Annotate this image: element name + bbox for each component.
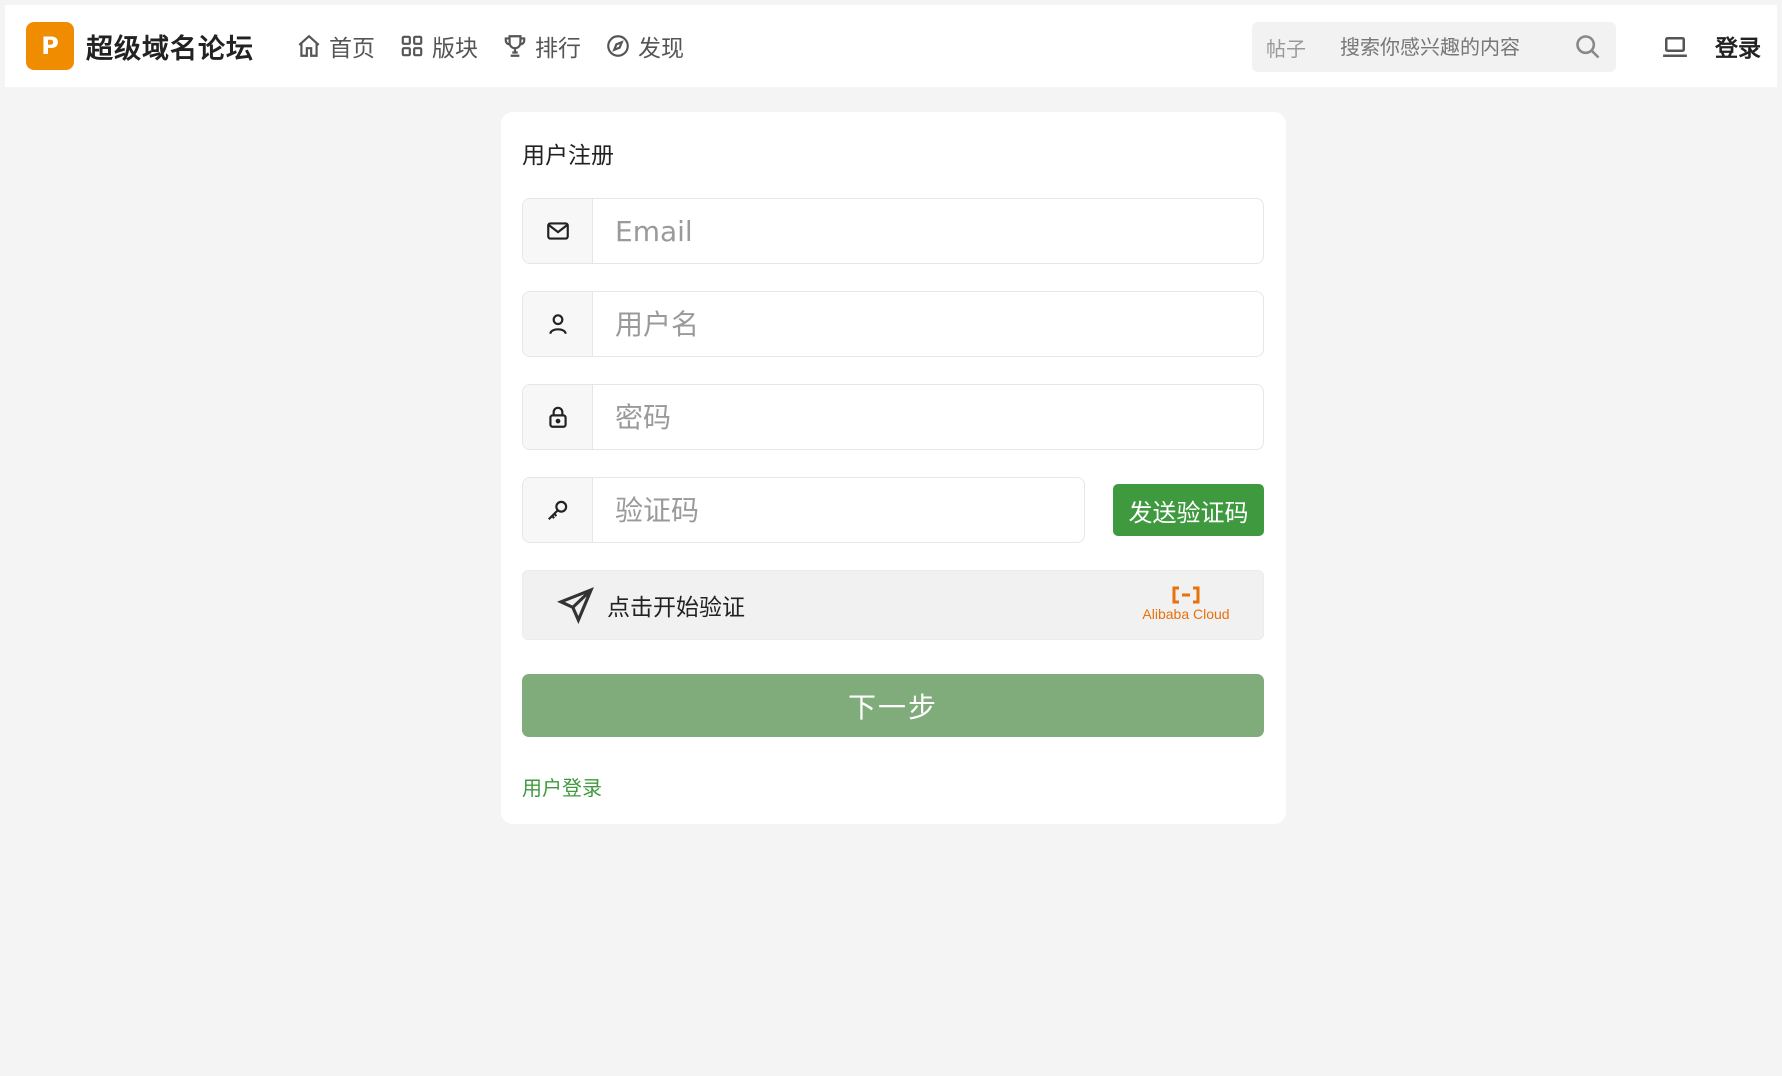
register-card: 用户注册 发送验证码 — [501, 112, 1286, 824]
captcha-label: 点击开始验证 — [607, 595, 745, 621]
nav-item-label: 版块 — [432, 36, 478, 62]
search-type-select[interactable]: 帖子 — [1266, 33, 1330, 62]
user-login-link[interactable]: 用户登录 — [522, 772, 602, 801]
site-logo[interactable]: P 超级域名论坛 — [26, 22, 254, 70]
logo-mark: P — [26, 22, 74, 70]
username-input[interactable] — [593, 292, 1263, 356]
mail-icon — [546, 222, 569, 240]
nav-item-label: 首页 — [329, 36, 375, 62]
verification-code-field-group — [522, 477, 1085, 543]
register-title: 用户注册 — [522, 143, 614, 169]
search-button[interactable] — [1574, 33, 1602, 61]
username-field-group — [522, 291, 1264, 357]
send-code-button[interactable]: 发送验证码 — [1113, 484, 1264, 536]
captcha-icon-box — [556, 586, 595, 625]
header-login-link[interactable]: 登录 — [1715, 29, 1761, 63]
nav-item-label: 发现 — [638, 36, 684, 62]
home-icon — [298, 34, 320, 57]
search-icon — [1576, 35, 1600, 59]
nav-item-label: 排行 — [535, 36, 581, 62]
nav-item-boards[interactable]: 版块 — [399, 29, 478, 63]
alibaba-cloud-text: Alibaba Cloud — [1142, 606, 1230, 622]
site-name: 超级域名论坛 — [86, 33, 254, 65]
top-header: P 超级域名论坛 首页 版块 排行 发现 帖子 搜索你感兴趣的内容 登录 — [5, 5, 1777, 87]
laptop-icon — [1663, 37, 1687, 57]
search-bar: 帖子 — [1252, 22, 1616, 72]
alibaba-cloud-logo: Alibaba Cloud — [1141, 585, 1231, 622]
page: P 超级域名论坛 首页 版块 排行 发现 帖子 搜索你感兴趣的内容 登录 用户注… — [0, 0, 1782, 1076]
email-input[interactable] — [593, 199, 1263, 263]
next-step-button[interactable]: 下一步 — [522, 674, 1264, 737]
key-icon — [547, 500, 567, 520]
username-field-icon-box — [523, 292, 593, 356]
email-field-icon-box — [523, 199, 593, 263]
lock-icon — [548, 406, 567, 428]
nav-item-ranking[interactable]: 排行 — [502, 29, 581, 63]
password-field-group — [522, 384, 1264, 450]
search-input[interactable] — [1340, 35, 1570, 59]
send-icon — [556, 587, 594, 625]
trophy-icon — [504, 35, 526, 57]
verification-code-input[interactable] — [593, 478, 1084, 542]
nav-item-discover[interactable]: 发现 — [605, 29, 684, 63]
code-field-icon-box — [523, 478, 593, 542]
compass-icon — [607, 35, 629, 57]
email-field-group — [522, 198, 1264, 264]
device-toggle[interactable] — [1660, 32, 1690, 62]
alibaba-cloud-icon — [1170, 585, 1202, 605]
captcha-verify-box[interactable]: 点击开始验证 Alibaba Cloud — [522, 570, 1264, 640]
grid-icon — [401, 35, 423, 57]
user-icon — [548, 314, 567, 335]
nav-item-home[interactable]: 首页 — [296, 29, 375, 63]
password-input[interactable] — [593, 385, 1263, 449]
password-field-icon-box — [523, 385, 593, 449]
main-nav: 首页 版块 排行 发现 — [296, 29, 708, 63]
